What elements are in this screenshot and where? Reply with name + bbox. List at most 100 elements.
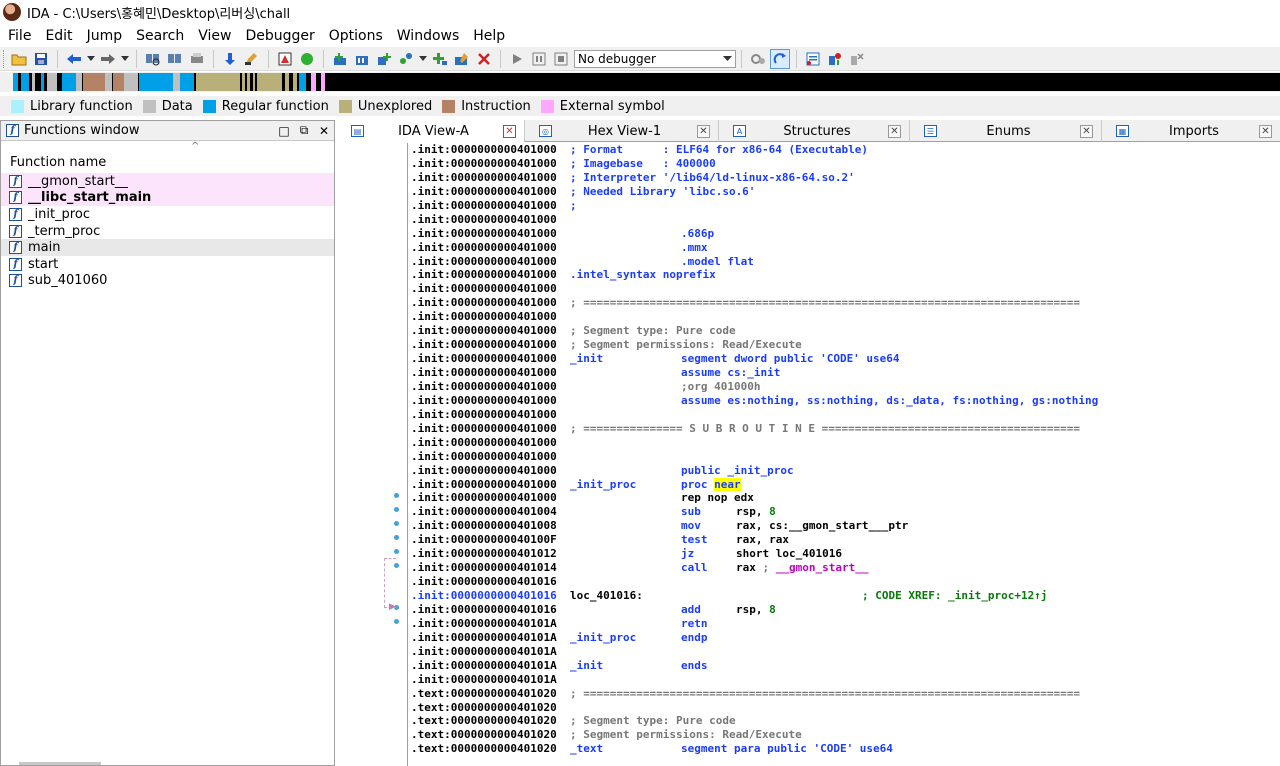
listing-line[interactable]: .init:000000000040101A _init_proc endp (408, 631, 1280, 645)
line-directive[interactable]: assume cs:_init (681, 366, 780, 380)
toolbar-grip[interactable] (3, 49, 6, 68)
inline-comment[interactable]: ; (763, 561, 776, 574)
listing-line[interactable]: .text:0000000000401020 ; Segment type: Pu… (408, 714, 1280, 728)
listing-line[interactable]: .init:000000000040101A _init ends (408, 659, 1280, 673)
function-row[interactable]: f main (1, 239, 334, 256)
delete-breakpoint-icon[interactable] (847, 49, 867, 69)
print-icon[interactable] (187, 49, 207, 69)
listing-line[interactable]: .init:0000000000401000 ; Needed Library '… (408, 185, 1280, 199)
stop-icon[interactable] (551, 49, 571, 69)
line-address[interactable]: .init:0000000000401000 (411, 491, 557, 505)
add-breakpoint-icon[interactable] (825, 49, 845, 69)
listing-line[interactable]: .init:000000000040100F test rax, rax (408, 533, 1280, 547)
line-directive[interactable]: ;org 401000h (681, 380, 760, 394)
function-row[interactable]: f _term_proc (1, 223, 334, 240)
menu-search[interactable]: Search (129, 28, 191, 44)
line-address[interactable]: .init:0000000000401000 (411, 478, 557, 492)
run-green-icon[interactable] (297, 49, 317, 69)
line-address[interactable]: .init:0000000000401000 (411, 352, 557, 366)
line-address[interactable]: .init:000000000040101A (411, 631, 557, 645)
line-address[interactable]: .init:0000000000401000 (411, 436, 557, 450)
line-directive[interactable]: .mmx (681, 241, 708, 255)
line-operands[interactable]: short loc_401016 (736, 547, 842, 561)
listing-line[interactable]: .text:0000000000401020 (408, 701, 1280, 715)
chevron-down-icon[interactable] (86, 49, 96, 69)
listing-line[interactable]: .init:0000000000401000 (408, 436, 1280, 450)
graph-icon[interactable] (275, 49, 295, 69)
separator-comment[interactable]: ; ======================================… (570, 296, 1080, 310)
line-address[interactable]: .init:000000000040101A (411, 673, 557, 687)
line-operands[interactable]: rsp, 8 (736, 505, 776, 519)
menu-help[interactable]: Help (466, 28, 512, 44)
menu-jump[interactable]: Jump (80, 28, 130, 44)
listing-line[interactable]: .init:0000000000401012 jz short loc_401016 (408, 547, 1280, 561)
line-label[interactable]: _init (570, 659, 603, 673)
line-address[interactable]: .init:0000000000401000 (411, 213, 557, 227)
tab-enums[interactable]: ☰ Enums ✕ (910, 120, 1102, 142)
line-directive[interactable]: public _init_proc (681, 464, 794, 478)
line-label[interactable]: _text (570, 742, 603, 756)
listing-line[interactable]: .init:0000000000401000 ; Segment type: Pu… (408, 324, 1280, 338)
listing-line[interactable]: .init:0000000000401000 assume es:nothing,… (408, 394, 1280, 408)
line-mnemonic[interactable]: test (681, 533, 708, 547)
breakpoint-dot[interactable] (394, 521, 399, 526)
line-address[interactable]: .init:0000000000401000 (411, 324, 557, 338)
menu-options[interactable]: Options (322, 28, 390, 44)
binary-search-icon[interactable] (143, 49, 163, 69)
menu-debugger[interactable]: Debugger (238, 28, 321, 44)
line-label[interactable]: loc_401016: (570, 589, 643, 603)
line-directive[interactable]: segment para public 'CODE' use64 (681, 742, 893, 756)
line-mnemonic[interactable]: jz (681, 547, 694, 561)
line-directive[interactable]: .686p (681, 227, 714, 241)
line-directive[interactable]: segment dword public 'CODE' use64 (681, 352, 900, 366)
patch-icon[interactable] (452, 49, 472, 69)
enum-add-icon[interactable] (430, 49, 450, 69)
line-address[interactable]: .init:0000000000401000 (411, 185, 557, 199)
chevron-down-icon[interactable] (120, 49, 130, 69)
function-row[interactable]: f _init_proc (1, 206, 334, 223)
line-comment[interactable]: ; Segment permissions: Read/Execute (570, 728, 802, 742)
line-comment[interactable]: ; Segment type: Pure code (570, 324, 736, 338)
line-address[interactable]: .text:0000000000401020 (411, 687, 557, 701)
import-reference[interactable]: __gmon_start__ (776, 561, 869, 574)
listing-line[interactable]: .init:000000000040101A (408, 673, 1280, 687)
listing-line[interactable]: .init:0000000000401000 ; Interpreter '/li… (408, 171, 1280, 185)
line-comment[interactable]: ; Needed Library 'libc.so.6' (570, 185, 755, 199)
listing-line[interactable]: .init:0000000000401000; (408, 199, 1280, 213)
separator-comment[interactable]: ; ======================================… (570, 687, 1080, 701)
minimize-icon[interactable]: □ (274, 124, 294, 138)
close-icon[interactable]: ✕ (314, 124, 334, 138)
function-row[interactable]: f start (1, 256, 334, 273)
play-icon[interactable] (507, 49, 527, 69)
breakpoint-dot[interactable] (394, 619, 399, 624)
breakpoint-dot[interactable] (394, 549, 399, 554)
debugger-options-icon[interactable] (748, 49, 768, 69)
listing-line[interactable]: .init:0000000000401000 ;org 401000h (408, 380, 1280, 394)
listing-line[interactable]: .init:000000000040101A (408, 645, 1280, 659)
listing-line[interactable]: .init:0000000000401000 .686p (408, 227, 1280, 241)
line-operands[interactable]: rax ; __gmon_start__ (736, 561, 868, 575)
forward-arrow-icon[interactable] (98, 49, 118, 69)
immediate-value[interactable]: 8 (769, 505, 776, 518)
line-address[interactable]: .text:0000000000401020 (411, 714, 557, 728)
line-address[interactable]: .init:0000000000401000 (411, 268, 557, 282)
listing-line[interactable]: .init:0000000000401000 ; Format : ELF64 f… (408, 143, 1280, 157)
line-directive[interactable]: assume es:nothing, ss:nothing, ds:_data,… (681, 394, 1098, 408)
line-directive[interactable]: .model flat (681, 255, 754, 269)
line-address[interactable]: .text:0000000000401020 (411, 701, 557, 715)
line-address[interactable]: .init:0000000000401000 (411, 143, 557, 157)
breakpoint-dot[interactable] (394, 493, 399, 498)
listing-line[interactable]: .text:0000000000401020 ; Segment permissi… (408, 728, 1280, 742)
line-mnemonic[interactable]: sub (681, 505, 701, 519)
line-comment[interactable]: ; Segment permissions: Read/Execute (570, 338, 802, 352)
listing-line[interactable]: .init:0000000000401004 sub rsp, 8 (408, 505, 1280, 519)
add-code-icon[interactable] (374, 49, 394, 69)
line-address[interactable]: .init:0000000000401012 (411, 547, 557, 561)
listing-line[interactable]: .init:0000000000401014 call rax ; __gmon_s… (408, 561, 1280, 575)
new-function-icon[interactable] (330, 49, 350, 69)
breakpoint-list-icon[interactable] (803, 49, 823, 69)
line-address[interactable]: .init:0000000000401000 (411, 366, 557, 380)
line-address[interactable]: .init:0000000000401000 (411, 408, 557, 422)
listing-line[interactable]: .init:0000000000401000 .intel_syntax nopr… (408, 268, 1280, 282)
listing-line[interactable]: .init:0000000000401016 loc_401016: ; CODE … (408, 589, 1280, 603)
